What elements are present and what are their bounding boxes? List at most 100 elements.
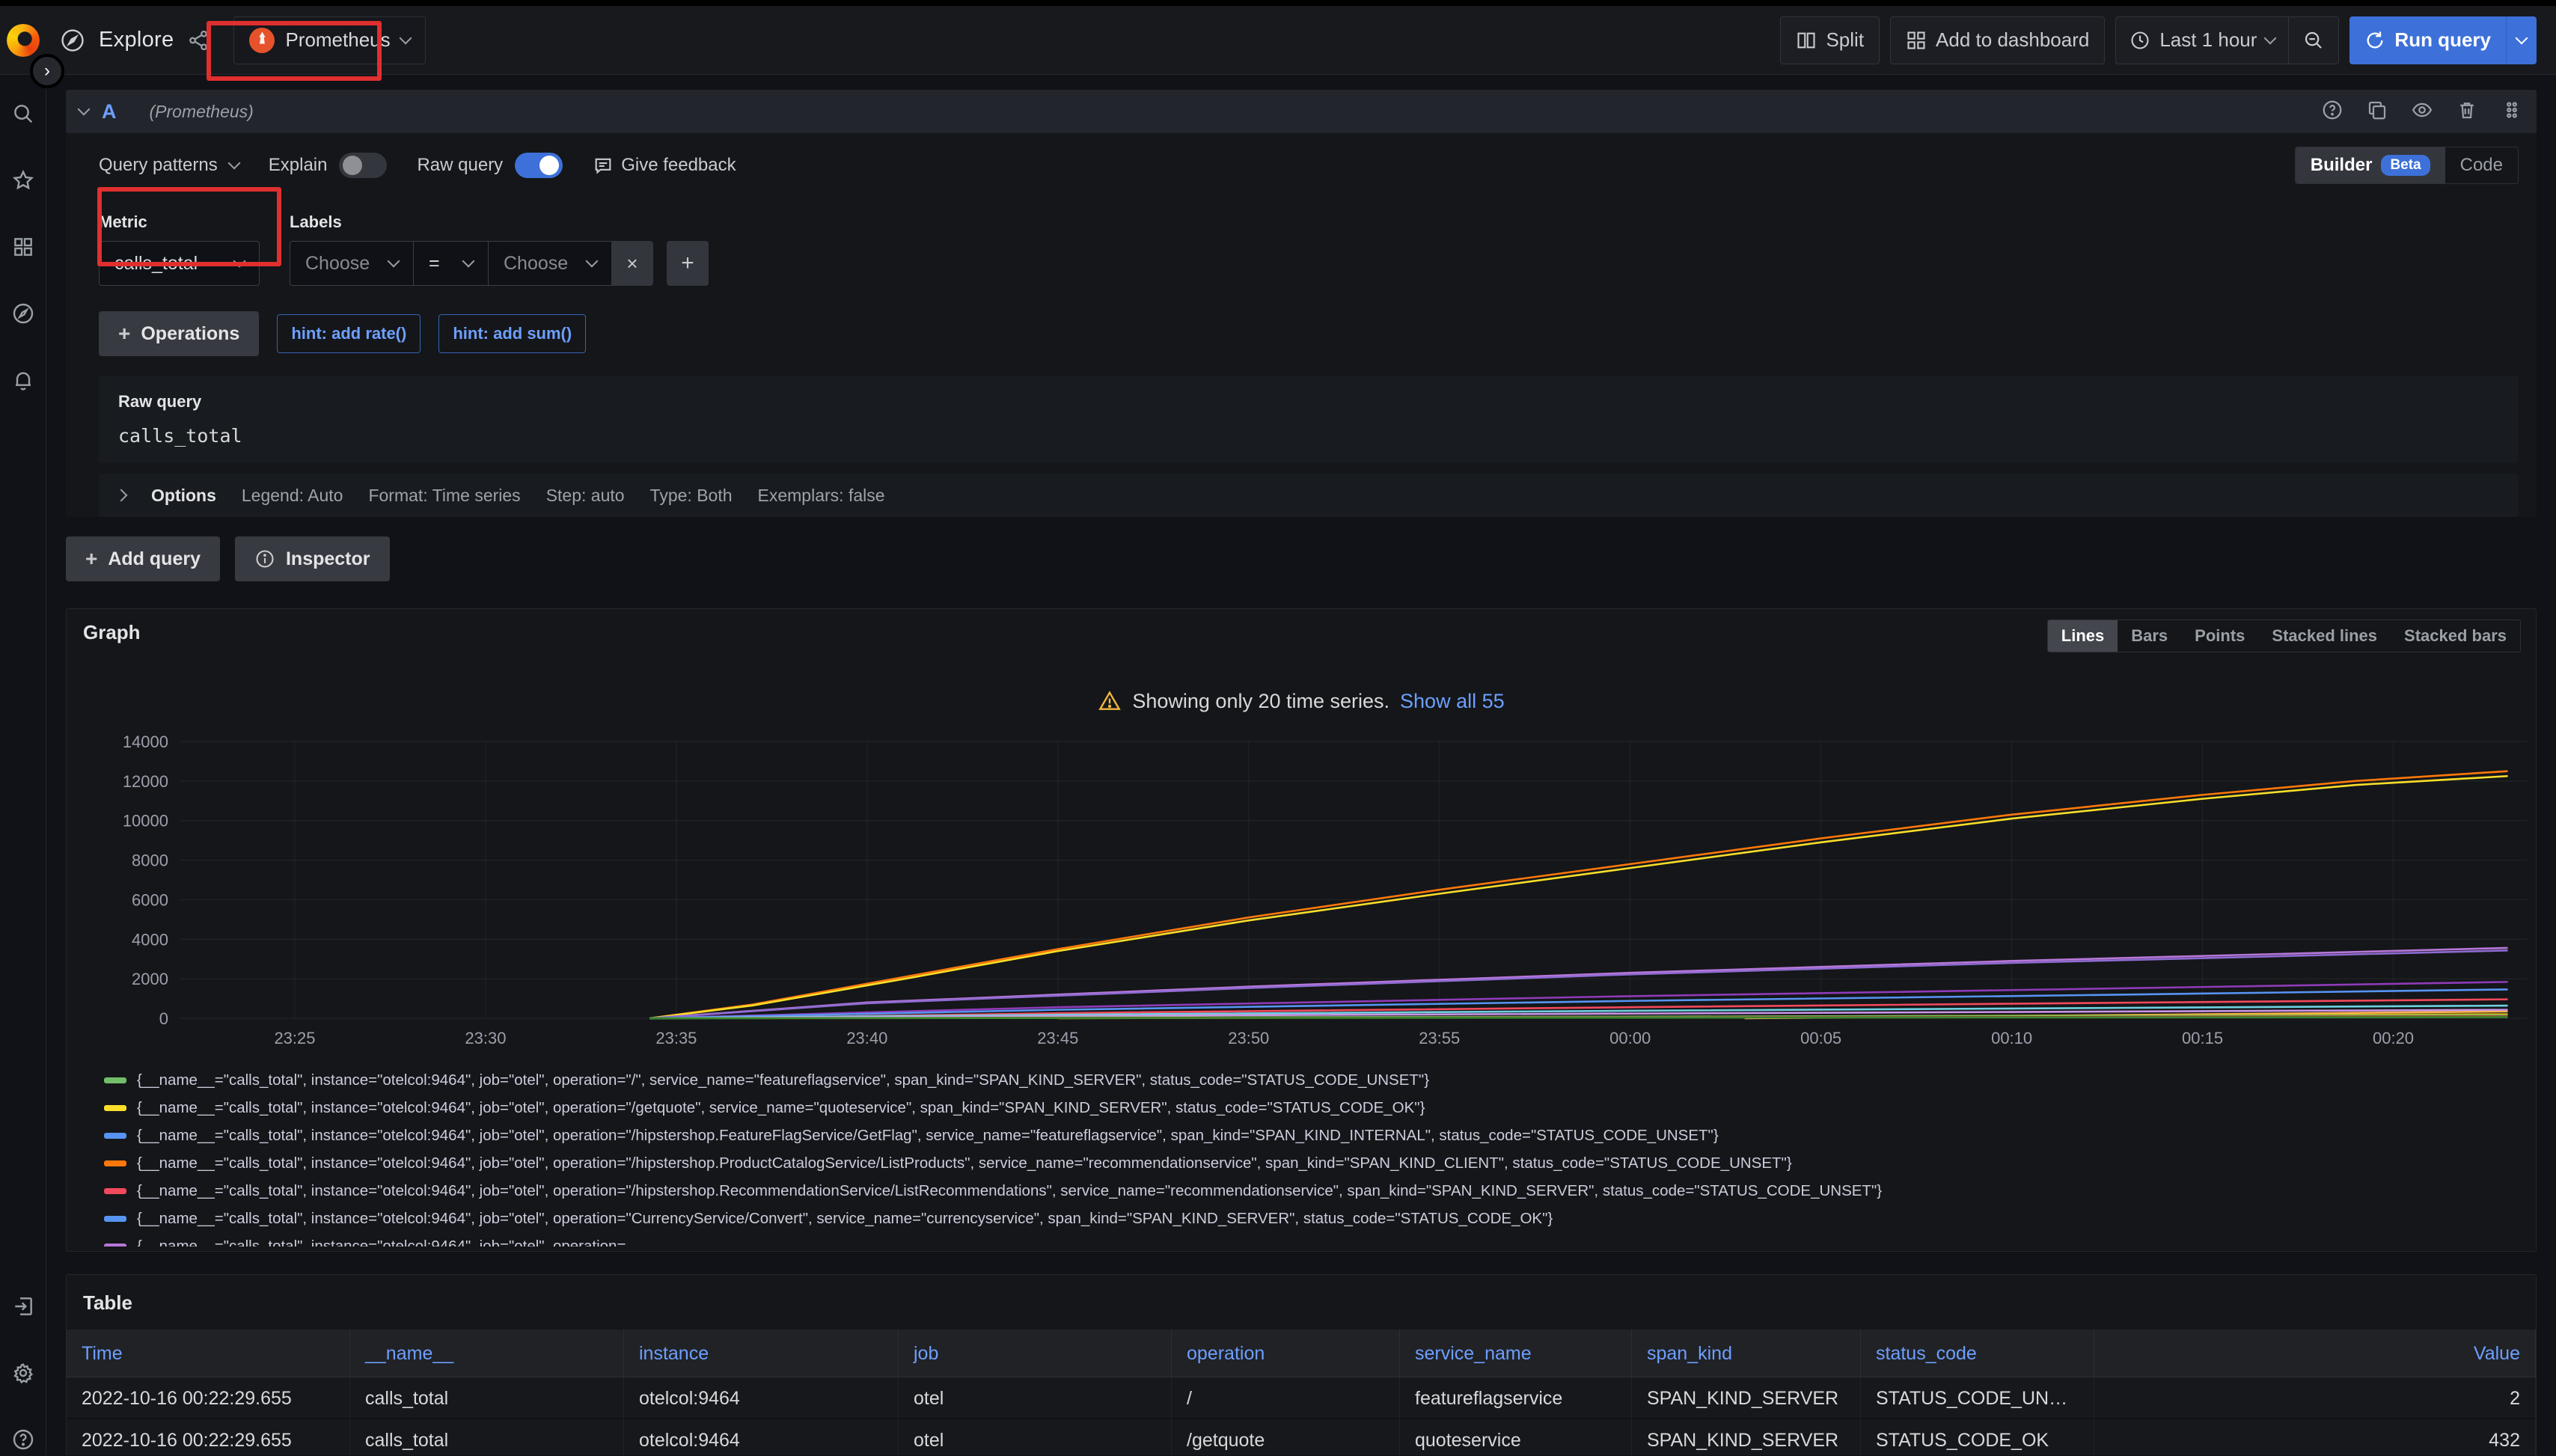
builder-option[interactable]: Builder Beta [2296, 147, 2445, 183]
table-cell: quoteservice [1400, 1419, 1632, 1455]
explain-toggle[interactable] [339, 153, 387, 178]
operations-button[interactable]: + Operations [99, 311, 259, 356]
mode-bars[interactable]: Bars [2118, 620, 2181, 652]
legend-item[interactable]: {__name__="calls_total", instance="otelc… [104, 1182, 2519, 1200]
x-axis-tick: 23:25 [274, 1029, 315, 1047]
label-operator-select[interactable]: = [413, 241, 488, 286]
starred-icon[interactable] [11, 168, 35, 196]
column-header-job[interactable]: job [899, 1330, 1172, 1377]
legend-item[interactable]: {__name__="calls_total", instance="otelc… [104, 1154, 2519, 1172]
datasource-name: Prometheus [285, 28, 390, 52]
x-axis-tick: 23:40 [846, 1029, 887, 1047]
legend-label: {__name__="calls_total", instance="otelc… [137, 1182, 1882, 1200]
beta-badge: Beta [2381, 155, 2430, 176]
table-row[interactable]: 2022-10-16 00:22:29.655calls_totalotelco… [67, 1377, 2536, 1419]
query-patterns-dropdown[interactable]: Query patterns [99, 155, 239, 176]
y-axis-tick: 8000 [132, 851, 168, 870]
help-circle-icon[interactable] [2321, 99, 2343, 125]
help-icon[interactable] [11, 1428, 35, 1455]
remove-label-filter-button[interactable]: × [611, 241, 653, 286]
mode-stacked-lines[interactable]: Stacked lines [2258, 620, 2391, 652]
table-cell: 2022-10-16 00:22:29.655 [67, 1419, 350, 1455]
option-exemplars: Exemplars: false [758, 486, 885, 506]
alerting-bell-icon[interactable] [11, 368, 35, 396]
hint-add-rate-button[interactable]: hint: add rate() [277, 314, 421, 353]
time-range-button[interactable]: Last 1 hour [2116, 17, 2288, 64]
column-header-Time[interactable]: Time [67, 1330, 350, 1377]
raw-query-toggle[interactable] [515, 153, 563, 178]
label-key-select[interactable]: Choose [290, 241, 413, 286]
query-datasource-hint: (Prometheus) [150, 102, 254, 122]
hint-add-sum-button[interactable]: hint: add sum() [438, 314, 586, 353]
x-axis-tick: 00:20 [2373, 1029, 2414, 1047]
metric-select[interactable]: calls_total [99, 241, 260, 286]
remove-query-trash-icon[interactable] [2456, 99, 2478, 125]
hide-response-eye-icon[interactable] [2411, 99, 2433, 125]
explore-icon[interactable] [11, 302, 35, 329]
sidebar-expand-button[interactable]: › [30, 54, 64, 88]
column-header-spankind[interactable]: span_kind [1632, 1330, 1861, 1377]
label-value-select[interactable]: Choose [488, 241, 611, 286]
mode-stacked-bars[interactable]: Stacked bars [2391, 620, 2520, 652]
query-toolbar: Query patterns Explain Raw query [66, 133, 2537, 192]
time-series-chart[interactable]: 23:2523:3023:3523:4023:4523:5023:5500:00… [83, 732, 2519, 1058]
mode-points[interactable]: Points [2181, 620, 2258, 652]
search-icon[interactable] [11, 102, 35, 129]
drag-handle-icon[interactable] [2501, 99, 2523, 125]
comment-icon [593, 155, 614, 176]
builder-label: Builder [2311, 155, 2373, 176]
split-label: Split [1826, 28, 1864, 52]
legend-item[interactable]: {__name__="calls_total", instance="otelc… [104, 1099, 2519, 1117]
table-cell: SPAN_KIND_SERVER [1632, 1377, 1861, 1419]
operations-row: + Operations hint: add rate() hint: add … [66, 292, 2537, 376]
zoom-out-button[interactable] [2289, 17, 2338, 64]
plus-icon: + [118, 322, 130, 346]
legend-item[interactable]: {__name__="calls_total", instance="otelc… [104, 1238, 2519, 1247]
inspector-button[interactable]: Inspector [235, 536, 390, 581]
column-header-Value[interactable]: Value [2094, 1330, 2536, 1377]
grafana-logo[interactable] [0, 24, 46, 57]
datasource-picker[interactable]: Prometheus [233, 16, 425, 64]
duplicate-query-icon[interactable] [2366, 99, 2388, 125]
split-button[interactable]: Split [1780, 16, 1880, 64]
column-header-servicename[interactable]: service_name [1400, 1330, 1632, 1377]
code-option[interactable]: Code [2445, 147, 2518, 183]
column-header-operation[interactable]: operation [1172, 1330, 1400, 1377]
add-query-label: Add query [108, 548, 201, 570]
y-axis-tick: 14000 [123, 732, 168, 751]
column-header-instance[interactable]: instance [624, 1330, 899, 1377]
sign-in-icon[interactable] [11, 1294, 35, 1322]
zoom-out-icon [2302, 29, 2325, 52]
run-query-caret[interactable] [2507, 16, 2537, 64]
raw-query-label: Raw query [118, 392, 2499, 412]
legend-item[interactable]: {__name__="calls_total", instance="otelc… [104, 1210, 2519, 1228]
y-axis-tick: 12000 [123, 772, 168, 791]
column-header-statuscode[interactable]: status_code [1861, 1330, 2094, 1377]
dashboards-icon[interactable] [11, 235, 35, 263]
chevron-down-icon [78, 103, 91, 116]
clock-icon [2130, 30, 2150, 51]
run-query-button[interactable]: Run query [2349, 16, 2537, 64]
metric-value: calls_total [114, 253, 198, 275]
column-header-name[interactable]: __name__ [350, 1330, 624, 1377]
mode-lines[interactable]: Lines [2048, 620, 2118, 652]
y-axis-tick: 6000 [132, 890, 168, 909]
give-feedback-link[interactable]: Give feedback [593, 155, 736, 176]
add-query-button[interactable]: + Add query [66, 536, 220, 581]
share-icon[interactable] [187, 29, 210, 52]
add-to-dashboard-button[interactable]: Add to dashboard [1890, 16, 2105, 64]
legend-item[interactable]: {__name__="calls_total", instance="otelc… [104, 1127, 2519, 1145]
table-cell: 2022-10-16 00:22:29.655 [67, 1377, 350, 1419]
legend-item[interactable]: {__name__="calls_total", instance="otelc… [104, 1071, 2519, 1089]
table-row[interactable]: 2022-10-16 00:22:29.655calls_totalotelco… [67, 1419, 2536, 1455]
settings-gear-icon[interactable] [11, 1361, 35, 1389]
query-row-header[interactable]: A (Prometheus) [66, 90, 2537, 133]
options-row[interactable]: Options Legend: Auto Format: Time series… [99, 474, 2519, 517]
add-label-filter-button[interactable]: + [667, 241, 709, 286]
legend-label: {__name__="calls_total", instance="otelc… [137, 1210, 1553, 1228]
table-cell: otelcol:9464 [624, 1377, 899, 1419]
legend-color-marker [104, 1133, 126, 1139]
main-content: A (Prometheus) Query patterns Explain [46, 75, 2556, 1455]
show-all-series-link[interactable]: Show all 55 [1400, 690, 1505, 713]
refresh-icon [2364, 30, 2385, 51]
